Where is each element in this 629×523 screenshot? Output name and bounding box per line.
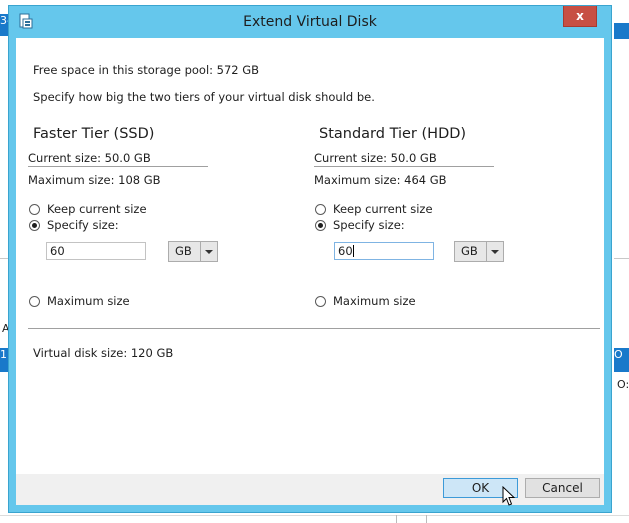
cancel-button[interactable]: Cancel bbox=[525, 478, 600, 498]
faster-tier-max-label[interactable]: Maximum size bbox=[47, 294, 130, 308]
standard-tier-keep-radio[interactable] bbox=[315, 204, 326, 215]
chevron-down-icon bbox=[200, 242, 217, 261]
standard-tier-unit-value: GB bbox=[461, 244, 478, 258]
standard-tier-heading: Standard Tier (HDD) bbox=[319, 126, 467, 142]
background-row-fragment: 1 bbox=[0, 348, 8, 372]
dialog-title: Extend Virtual Disk bbox=[243, 14, 377, 30]
faster-tier-maximum-size: Maximum size: 108 GB bbox=[28, 173, 161, 187]
close-button[interactable]: x bbox=[563, 6, 597, 27]
standard-tier-specify-label[interactable]: Specify size: bbox=[333, 218, 405, 232]
faster-tier-unit-select[interactable]: GB bbox=[168, 241, 218, 262]
standard-tier-keep-label[interactable]: Keep current size bbox=[333, 202, 433, 216]
faster-tier-heading: Faster Tier (SSD) bbox=[33, 126, 155, 142]
faster-tier-specify-radio[interactable] bbox=[29, 220, 40, 231]
standard-tier-current-size: Current size: 50.0 GB bbox=[314, 151, 437, 165]
background-column-line bbox=[426, 515, 427, 523]
title-bar[interactable]: Extend Virtual Disk x bbox=[9, 6, 611, 38]
standard-tier-maximum-size: Maximum size: 464 GB bbox=[314, 173, 447, 187]
faster-tier-specify-label[interactable]: Specify size: bbox=[47, 218, 119, 232]
background-divider-bottom bbox=[0, 515, 629, 516]
standard-tier-max-label[interactable]: Maximum size bbox=[333, 294, 416, 308]
standard-tier-specify-radio[interactable] bbox=[315, 220, 326, 231]
close-icon: x bbox=[576, 9, 584, 23]
faster-tier-size-input[interactable]: 60 bbox=[46, 242, 146, 260]
faster-tier-underline bbox=[28, 166, 208, 167]
dialog-content: Free space in this storage pool: 572 GB … bbox=[16, 38, 604, 474]
faster-tier-keep-radio[interactable] bbox=[29, 204, 40, 215]
faster-tier-keep-label[interactable]: Keep current size bbox=[47, 202, 147, 216]
standard-tier-size-value: 60 bbox=[338, 244, 353, 258]
standard-tier-underline bbox=[314, 166, 494, 167]
instructions-text: Specify how big the two tiers of your vi… bbox=[33, 90, 375, 104]
mouse-pointer-icon bbox=[502, 486, 516, 506]
background-divider bbox=[614, 258, 629, 259]
background-text-fragment: O: bbox=[617, 378, 629, 391]
background-column-line bbox=[396, 515, 397, 523]
virtual-disk-size: Virtual disk size: 120 GB bbox=[33, 346, 174, 360]
standard-tier-unit-select[interactable]: GB bbox=[454, 241, 504, 262]
background-divider-left bbox=[0, 258, 8, 259]
background-header-fragment-right bbox=[614, 23, 629, 39]
extend-virtual-disk-dialog: Extend Virtual Disk x Free space in this… bbox=[8, 5, 612, 513]
background-row-fragment-right: O bbox=[614, 348, 629, 372]
text-caret bbox=[352, 245, 354, 257]
faster-tier-current-size: Current size: 50.0 GB bbox=[28, 151, 151, 165]
faster-tier-max-radio[interactable] bbox=[29, 296, 40, 307]
section-divider bbox=[28, 328, 600, 329]
standard-tier-max-radio[interactable] bbox=[315, 296, 326, 307]
standard-tier-size-input[interactable]: 60 bbox=[334, 242, 434, 260]
faster-tier-unit-value: GB bbox=[175, 244, 192, 258]
pool-free-space: Free space in this storage pool: 572 GB bbox=[33, 63, 260, 77]
chevron-down-icon bbox=[486, 242, 503, 261]
background-header-fragment: 3- bbox=[0, 14, 11, 36]
